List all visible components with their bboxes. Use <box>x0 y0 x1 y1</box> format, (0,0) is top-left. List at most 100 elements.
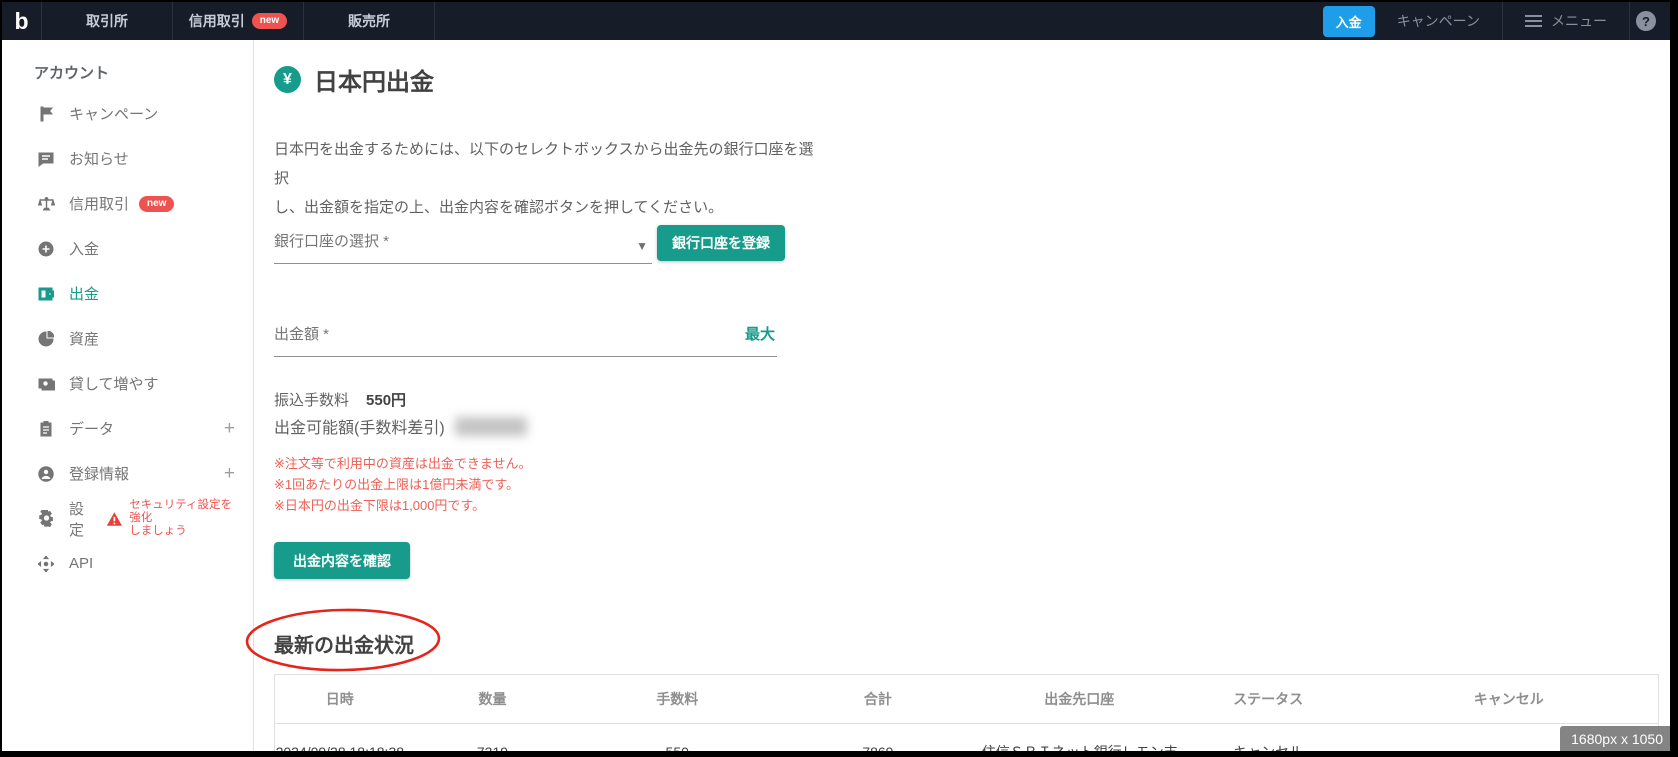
nav-tab-margin-label: 信用取引 <box>188 13 245 29</box>
history-heading: 最新の出金状況 <box>274 635 414 657</box>
sidebar-item-label: 登録情報 <box>69 466 130 483</box>
clipboard-icon <box>37 420 55 438</box>
nav-tab-margin[interactable]: 信用取引 new <box>173 2 304 40</box>
announcement-icon <box>37 150 55 168</box>
chevron-down-icon: ▼ <box>636 239 648 253</box>
scales-icon <box>37 195 55 213</box>
nav-tab-exchange[interactable]: 取引所 <box>42 2 173 40</box>
warning-triangle-icon <box>107 511 123 526</box>
security-warning: セキュリティ設定を強化 しましょう <box>106 499 235 538</box>
deposit-button[interactable]: 入金 <box>1322 5 1375 37</box>
cell-total: 7869 <box>862 743 894 757</box>
col-header-total: 合計 <box>774 674 982 724</box>
hamburger-icon <box>1525 15 1542 27</box>
page-title-block: ¥ 日本円出金 <box>274 62 434 97</box>
withdraw-notes: ※注文等で利用中の資産は出金できません。 ※1回あたりの出金上限は1億円未満です… <box>274 453 532 516</box>
banknote-icon <box>37 375 55 393</box>
sidebar-item-assets[interactable]: 資産 <box>2 316 253 361</box>
new-badge: new <box>251 13 288 29</box>
note-line: ※日本円の出金下限は1,000円です。 <box>274 498 486 513</box>
menu-label: メニュー <box>1551 13 1607 29</box>
col-header-datetime: 日時 <box>274 674 405 724</box>
app-window: b 取引所 信用取引 new 販売所 入金 キャンペーン メニュー ? アカウン… <box>0 0 1678 757</box>
sidebar: アカウント キャンペーン お知らせ 信用取引 new 入金 出金 資産 貸して増… <box>2 40 254 751</box>
fee-value: 550円 <box>366 392 407 409</box>
main-content: ¥ 日本円出金 日本円を出金するためには、以下のセレクトボックスから出金先の銀行… <box>245 40 1670 751</box>
nav-divider <box>1629 2 1630 40</box>
yen-icon: ¥ <box>274 66 301 93</box>
col-header-cancel: キャンセル <box>1359 674 1659 724</box>
sidebar-item-data[interactable]: データ + <box>2 406 253 451</box>
cell-fee: 550 <box>665 743 689 757</box>
sidebar-item-lending[interactable]: 貸して増やす <box>2 361 253 406</box>
note-line: ※注文等で利用中の資産は出金できません。 <box>274 456 532 471</box>
bank-account-select[interactable]: 銀行口座の選択 * ▼ <box>274 216 652 264</box>
sidebar-item-margin[interactable]: 信用取引 new <box>2 181 253 226</box>
sidebar-item-label: API <box>69 555 94 572</box>
api-icon <box>37 555 55 573</box>
sidebar-item-deposit[interactable]: 入金 <box>2 226 253 271</box>
sidebar-item-label: キャンペーン <box>69 106 159 123</box>
available-amount-line: 出金可能額(手数料差引) <box>274 414 527 438</box>
nav-tab-exchange-label: 取引所 <box>86 13 128 29</box>
confirm-withdraw-button[interactable]: 出金内容を確認 <box>274 542 410 579</box>
campaign-link[interactable]: キャンペーン <box>1375 2 1502 40</box>
sidebar-item-profile[interactable]: 登録情報 + <box>2 451 253 496</box>
max-amount-link[interactable]: 最大 <box>745 323 775 344</box>
sidebar-item-label: データ <box>69 421 115 438</box>
withdraw-wallet-icon <box>37 285 55 303</box>
navbar-right: 入金 キャンペーン メニュー ? <box>1322 2 1670 40</box>
col-header-fee: 手数料 <box>580 674 775 724</box>
available-label: 出金可能額(手数料差引) <box>274 420 445 437</box>
help-icon[interactable]: ? <box>1636 11 1656 31</box>
bank-select-label: 銀行口座の選択 * <box>274 233 390 250</box>
bitbank-logo[interactable]: b <box>2 2 42 40</box>
col-header-quantity: 数量 <box>404 674 581 724</box>
sidebar-item-label: 設定 <box>69 500 85 539</box>
sidebar-item-notices[interactable]: お知らせ <box>2 136 253 181</box>
cell-account: 住信ＳＢＩネット銀行レモン支店12345... <box>981 743 1177 757</box>
cell-quantity: 7319 <box>476 743 509 757</box>
person-icon <box>37 465 55 483</box>
new-badge: new <box>139 195 175 212</box>
fee-label: 振込手数料 <box>274 392 350 409</box>
deposit-plus-icon <box>37 240 55 258</box>
expand-plus-icon[interactable]: + <box>224 463 235 485</box>
sidebar-item-label: 入金 <box>69 241 100 258</box>
sidebar-item-label: 出金 <box>69 286 100 303</box>
menu-button[interactable]: メニュー <box>1503 2 1629 40</box>
sidebar-item-withdraw[interactable]: 出金 <box>2 271 253 316</box>
sidebar-item-label: お知らせ <box>69 151 129 168</box>
page-description: 日本円を出金するためには、以下のセレクトボックスから出金先の銀行口座を選択 し、… <box>274 141 814 216</box>
page-title: 日本円出金 <box>314 69 434 96</box>
expand-plus-icon[interactable]: + <box>224 418 235 440</box>
redacted-available-amount <box>454 416 527 436</box>
withdraw-history-table: 日時 数量 手数料 合計 出金先口座 ステータス キャンセル 2024/09/2… <box>274 674 1659 757</box>
transfer-fee-line: 振込手数料 550円 <box>274 389 406 410</box>
sidebar-item-api[interactable]: API <box>2 541 253 586</box>
sidebar-item-label: 貸して増やす <box>69 376 159 393</box>
cell-status: キャンセル <box>1233 743 1304 757</box>
nav-tab-sales[interactable]: 販売所 <box>304 2 435 40</box>
table-row: 2024/09/28 18:18:38 7319 550 7869 住信ＳＢＩネ… <box>275 724 1659 757</box>
sidebar-item-label: 信用取引 <box>69 196 130 213</box>
sidebar-section-title: アカウント <box>34 64 110 82</box>
top-navbar: b 取引所 信用取引 new 販売所 入金 キャンペーン メニュー ? <box>2 2 1670 40</box>
nav-tab-sales-label: 販売所 <box>348 13 390 29</box>
register-bank-button[interactable]: 銀行口座を登録 <box>657 225 785 261</box>
sidebar-item-campaign[interactable]: キャンペーン <box>2 91 253 136</box>
table-header-row: 日時 数量 手数料 合計 出金先口座 ステータス キャンセル <box>274 674 1659 724</box>
amount-label: 出金額 * <box>274 326 330 343</box>
security-warning-text: セキュリティ設定を強化 しましょう <box>129 499 233 537</box>
resolution-badge: 1680px x 1050 <box>1560 726 1670 751</box>
col-header-account: 出金先口座 <box>981 674 1177 724</box>
withdraw-amount-field[interactable]: 出金額 * 最大 <box>274 309 777 357</box>
pie-chart-icon <box>37 330 55 348</box>
gear-icon <box>37 510 55 528</box>
sidebar-item-settings[interactable]: 設定 セキュリティ設定を強化 しましょう <box>2 496 253 541</box>
cell-datetime: 2024/09/28 18:18:38 <box>275 743 405 757</box>
col-header-status: ステータス <box>1176 674 1360 724</box>
sidebar-item-label: 資産 <box>69 331 100 348</box>
note-line: ※1回あたりの出金上限は1億円未満です。 <box>274 477 520 492</box>
flag-icon <box>37 105 55 123</box>
